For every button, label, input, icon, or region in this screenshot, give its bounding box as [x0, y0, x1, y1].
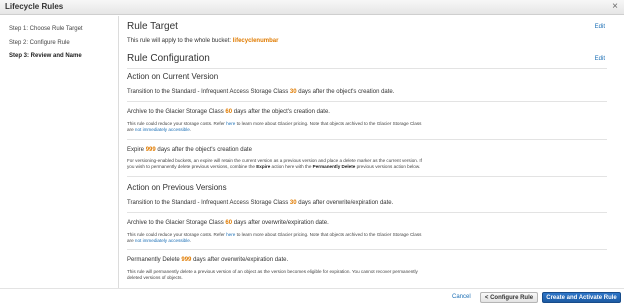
rule-target-text: This rule will apply to the whole bucket… [127, 38, 278, 44]
rule-target-description: This rule will apply to the whole bucket… [127, 38, 232, 44]
note-text: This rule could reduce your storage cost… [127, 121, 225, 126]
bucket-name: lifecyclenumbar [232, 38, 279, 44]
review-panel: Rule Target Edit This rule will apply to… [127, 16, 617, 288]
step-review-and-name: Step 3: Review and Name [9, 53, 82, 59]
current-transition-rule: Transition to the Standard - Infrequent … [127, 89, 394, 95]
configure-rule-back-button[interactable]: < Configure Rule [480, 292, 538, 303]
rule-text: days after overwrite/expiration date. [298, 200, 394, 206]
days-value: 30 [289, 200, 297, 206]
previous-delete-rule: Permanently Delete 999 days after overwr… [127, 257, 288, 263]
rule-text: days after the object's creation date [157, 147, 252, 153]
step-configure-rule[interactable]: Step 2: Configure Rule [9, 40, 70, 46]
step-choose-rule-target[interactable]: Step 1: Choose Rule Target [9, 26, 83, 32]
rule-target-heading: Rule Target [127, 21, 178, 32]
close-icon[interactable]: × [612, 1, 618, 13]
rule-text: days after overwrite/expiration date. [233, 220, 329, 226]
note-text: to learn more about Glacier pricing. Not… [236, 232, 422, 237]
divider [127, 212, 607, 213]
create-and-activate-rule-button[interactable]: Create and Activate Rule [542, 292, 621, 303]
glacier-pricing-link[interactable]: here [226, 121, 235, 126]
days-value: 60 [225, 220, 233, 226]
rule-text: Archive to the Glacier Storage Class [127, 220, 224, 226]
rule-text: Permanently Delete [127, 257, 180, 263]
not-immediately-accessible-link[interactable]: not immediately accessible [135, 238, 190, 243]
footer-divider [0, 288, 624, 289]
note-text: . [189, 238, 192, 243]
divider [127, 68, 607, 69]
previous-archive-note: This rule could reduce your storage cost… [127, 232, 607, 244]
rule-text: days after overwrite/expiration date. [193, 257, 289, 263]
divider [127, 249, 607, 250]
divider [127, 101, 607, 102]
note-keyword: Permanently Delete [312, 164, 356, 169]
current-version-heading: Action on Current Version [127, 72, 219, 81]
note-keyword: Expire [256, 164, 271, 169]
previous-delete-note: This rule will permanently delete a prev… [127, 269, 607, 281]
divider [127, 139, 607, 140]
note-text: previous versions action below. [356, 164, 421, 169]
rule-text: Transition to the Standard - Infrequent … [127, 200, 289, 206]
days-value: 999 [181, 257, 192, 263]
days-value: 999 [145, 147, 156, 153]
note-text: This rule could reduce your storage cost… [127, 232, 225, 237]
previous-archive-rule: Archive to the Glacier Storage Class 60 … [127, 220, 329, 226]
current-expire-rule: Expire 999 days after the object's creat… [127, 147, 252, 153]
wizard-steps: Step 1: Choose Rule Target Step 2: Confi… [0, 16, 118, 286]
rule-text: Expire [127, 147, 145, 153]
current-archive-rule: Archive to the Glacier Storage Class 60 … [127, 109, 330, 115]
previous-transition-rule: Transition to the Standard - Infrequent … [127, 200, 393, 206]
days-value: 60 [225, 109, 233, 115]
edit-rule-target-link[interactable]: Edit [595, 24, 605, 30]
note-text: are [127, 238, 134, 243]
window-titlebar: Lifecycle Rules × [0, 0, 624, 15]
glacier-pricing-link[interactable]: here [226, 232, 235, 237]
divider [127, 176, 607, 177]
note-text: This rule will permanently delete a prev… [127, 269, 418, 274]
not-immediately-accessible-link[interactable]: not immediately accessible [135, 127, 190, 132]
rule-text: Transition to the Standard - Infrequent … [127, 89, 289, 95]
window-title: Lifecycle Rules [5, 2, 64, 11]
edit-rule-configuration-link[interactable]: Edit [595, 56, 605, 62]
note-text: to learn more about Glacier pricing. Not… [236, 121, 422, 126]
note-text: you wish to permanently delete previous … [127, 164, 255, 169]
sidebar-divider [118, 16, 119, 288]
cancel-link[interactable]: Cancel [452, 294, 471, 300]
current-archive-note: This rule could reduce your storage cost… [127, 121, 607, 133]
note-text: deleted versions of objects. [127, 275, 183, 280]
rule-configuration-heading: Rule Configuration [127, 53, 210, 64]
previous-versions-heading: Action on Previous Versions [127, 183, 227, 192]
rule-text: days after the object's creation date. [298, 89, 395, 95]
rule-text: days after the object's creation date. [233, 109, 330, 115]
note-text: action here with the [271, 164, 312, 169]
rule-text: Archive to the Glacier Storage Class [127, 109, 224, 115]
note-text: . [189, 127, 192, 132]
current-expire-note: For versioning-enabled buckets, an expir… [127, 158, 607, 170]
note-text: are [127, 127, 134, 132]
days-value: 30 [289, 89, 297, 95]
note-text: For versioning-enabled buckets, an expir… [127, 158, 422, 163]
